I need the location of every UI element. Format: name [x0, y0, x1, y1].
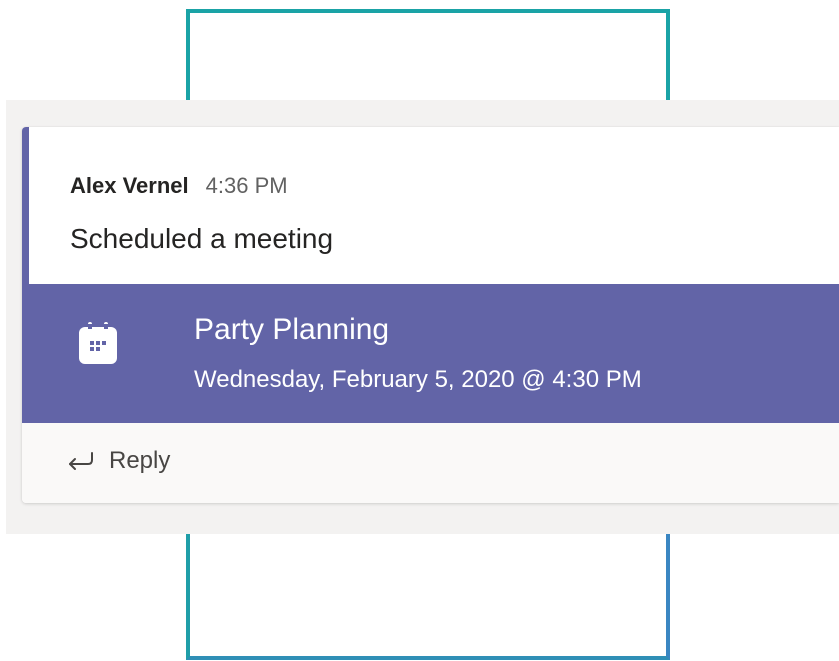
reply-arrow-icon — [69, 452, 93, 470]
meeting-datetime: Wednesday, February 5, 2020 @ 4:30 PM — [194, 366, 642, 393]
highlight-frame-bottom — [186, 534, 670, 660]
message-card[interactable]: Alex Vernel 4:36 PM Scheduled a meeting … — [22, 127, 839, 503]
message-text: Scheduled a meeting — [70, 223, 334, 254]
meeting-card[interactable]: Party Planning Wednesday, February 5, 20… — [22, 284, 839, 423]
calendar-icon — [79, 322, 117, 364]
author-name: Alex Vernel — [70, 173, 189, 198]
reply-button[interactable]: Reply — [66, 443, 170, 479]
message-header: Alex Vernel 4:36 PM — [70, 173, 288, 199]
message-timestamp: 4:36 PM — [205, 173, 288, 198]
meeting-title[interactable]: Party Planning — [194, 313, 389, 347]
message-footer: Reply — [22, 423, 839, 503]
highlight-frame-top — [186, 9, 670, 100]
reply-label: Reply — [109, 447, 171, 474]
message-accent-bar — [22, 127, 29, 284]
